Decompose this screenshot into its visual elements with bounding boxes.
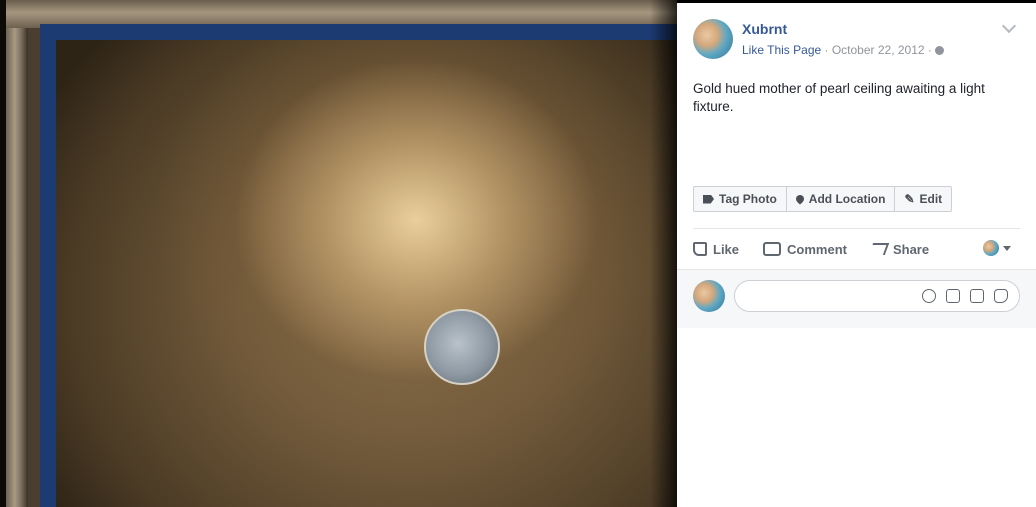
like-icon — [693, 242, 707, 256]
globe-icon[interactable] — [934, 46, 944, 55]
tag-photo-button[interactable]: Tag Photo — [694, 187, 787, 211]
page-avatar-mini — [983, 240, 999, 256]
reaction-bar: Like Comment Share — [693, 235, 1020, 263]
painter-tape — [40, 24, 677, 40]
chevron-down-icon[interactable] — [1001, 18, 1017, 34]
comment-icon — [763, 242, 782, 256]
post-panel: Xubrnt Like This Page · October 22, 2012… — [677, 3, 1036, 507]
author-name[interactable]: Xubrnt — [742, 21, 787, 37]
pin-icon — [794, 193, 806, 205]
share-icon — [868, 243, 890, 255]
ceiling-surface — [56, 40, 677, 507]
camera-icon[interactable] — [946, 289, 960, 303]
post-photo[interactable] — [0, 0, 677, 507]
tag-icon — [703, 194, 714, 204]
gif-icon[interactable] — [970, 289, 984, 303]
sticker-icon[interactable] — [994, 289, 1008, 303]
commenter-avatar[interactable] — [693, 280, 725, 312]
comment-input[interactable] — [747, 281, 921, 311]
pencil-icon: ✎ — [904, 192, 915, 206]
post-as-selector[interactable] — [983, 240, 1011, 256]
post-meta: Like This Page · October 22, 2012 · — [742, 43, 944, 57]
photo-trim — [6, 0, 28, 507]
author-avatar[interactable] — [693, 19, 733, 59]
share-button[interactable]: Share — [868, 242, 929, 257]
electrical-box — [424, 309, 500, 385]
post-caption: Gold hued mother of pearl ceiling awaiti… — [693, 81, 985, 114]
like-button[interactable]: Like — [693, 242, 739, 257]
comment-button[interactable]: Comment — [763, 242, 847, 257]
caret-down-icon — [1003, 245, 1011, 251]
photo-actions-bar: Tag Photo Add Location ✎ Edit — [693, 186, 953, 212]
edit-button[interactable]: ✎ Edit — [895, 187, 951, 211]
comment-box[interactable] — [734, 280, 1020, 312]
like-page-link[interactable]: Like This Page — [742, 43, 821, 57]
post-date[interactable]: October 22, 2012 — [832, 43, 925, 57]
painter-tape-side — [40, 24, 56, 507]
divider — [693, 228, 1020, 229]
comment-composer — [677, 269, 1036, 328]
emoji-icon[interactable] — [922, 289, 936, 303]
add-location-button[interactable]: Add Location — [787, 187, 896, 211]
